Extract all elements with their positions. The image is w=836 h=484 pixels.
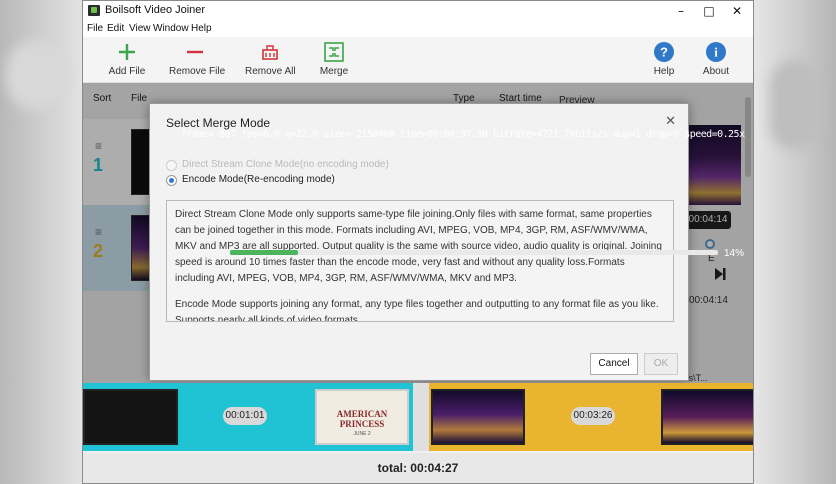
- question-icon: ?: [654, 42, 674, 62]
- encode-progress-bar: [230, 250, 718, 255]
- app-window: Boilsoft Video Joiner – □ ✕ File Edit Vi…: [82, 0, 754, 484]
- help-label: Help: [653, 66, 675, 77]
- remove-file-label: Remove File: [169, 66, 226, 77]
- broom-icon: [262, 45, 278, 60]
- encode-mode-description: Encode Mode supports joining any format,…: [175, 299, 659, 322]
- cancel-button[interactable]: Cancel: [590, 353, 638, 375]
- menu-bar: File Edit View Window Help: [83, 21, 753, 37]
- maximize-icon[interactable]: □: [695, 1, 723, 21]
- about-label: About: [702, 66, 730, 77]
- title-bar: Boilsoft Video Joiner – □ ✕: [83, 1, 753, 21]
- direct-stream-radio[interactable]: [166, 160, 177, 171]
- poster-date: JUNE 2: [353, 431, 371, 437]
- menu-view[interactable]: View: [129, 23, 151, 34]
- menu-file[interactable]: File: [87, 23, 103, 34]
- add-file-label: Add File: [108, 66, 146, 77]
- remove-all-label: Remove All: [245, 66, 296, 77]
- merge-label: Merge: [319, 66, 349, 77]
- progress-fill: [230, 250, 299, 255]
- timeline-clip-poster[interactable]: AMERICAN PRINCESS JUNE 2: [315, 389, 409, 445]
- merge-mode-dialog: Select Merge Mode ✕ Direct Stream Clone …: [149, 103, 744, 381]
- help-button[interactable]: ? Help: [649, 37, 679, 83]
- menu-edit[interactable]: Edit: [107, 23, 124, 34]
- remove-file-button[interactable]: Remove File: [169, 37, 226, 83]
- segment-duration-2: 00:03:26: [571, 407, 615, 425]
- ok-button[interactable]: OK: [644, 353, 678, 375]
- total-duration: total: 00:04:27: [377, 461, 459, 475]
- merge-icon: [324, 42, 344, 62]
- progress-percent: 14%: [724, 248, 745, 259]
- close-icon[interactable]: ✕: [723, 1, 751, 21]
- segment-duration-1: 00:01:01: [223, 407, 267, 425]
- desktop-blur-shape: [770, 60, 820, 150]
- info-icon: i: [706, 42, 726, 62]
- menu-help[interactable]: Help: [191, 23, 212, 34]
- window-title: Boilsoft Video Joiner: [105, 4, 206, 16]
- toolbar: Add File Remove File Remove All Merge ?: [83, 37, 753, 83]
- add-file-button[interactable]: Add File: [105, 37, 149, 83]
- direct-mode-description: Direct Stream Clone Mode only supports s…: [175, 209, 662, 284]
- desktop-blur-shape: [6, 40, 66, 110]
- close-icon[interactable]: ✕: [665, 114, 676, 129]
- timeline-clip-stage[interactable]: [431, 389, 525, 445]
- timeline-clip-start[interactable]: [83, 389, 178, 445]
- encode-mode-radio[interactable]: [166, 175, 177, 186]
- mode-description-box: Direct Stream Clone Mode only supports s…: [166, 200, 674, 322]
- encode-mode-label: Encode Mode(Re-encoding mode): [182, 174, 335, 185]
- plus-icon: [119, 44, 135, 60]
- dialog-title: Select Merge Mode: [166, 116, 271, 130]
- menu-window[interactable]: Window: [153, 23, 189, 34]
- svg-text:?: ?: [660, 45, 668, 60]
- minimize-icon[interactable]: –: [667, 1, 695, 21]
- minus-icon: [187, 50, 203, 54]
- total-duration-bar: total: 00:04:27: [83, 453, 753, 483]
- timeline: 00:01:01 AMERICAN PRINCESS JUNE 2 |▯| 00…: [83, 383, 753, 451]
- poster-title: AMERICAN PRINCESS: [336, 409, 388, 429]
- encoder-status-line: frame= 897 fps=6.0 q=22.0 size= 21504kB …: [181, 129, 745, 140]
- timeline-clip-end[interactable]: [661, 389, 753, 445]
- svg-text:i: i: [714, 45, 718, 60]
- about-button[interactable]: i About: [699, 37, 733, 83]
- app-logo-icon: [88, 5, 100, 16]
- remove-all-button[interactable]: Remove All: [245, 37, 296, 83]
- merge-button[interactable]: Merge: [315, 37, 353, 83]
- direct-stream-label: Direct Stream Clone Mode(no encoding mod…: [182, 159, 389, 170]
